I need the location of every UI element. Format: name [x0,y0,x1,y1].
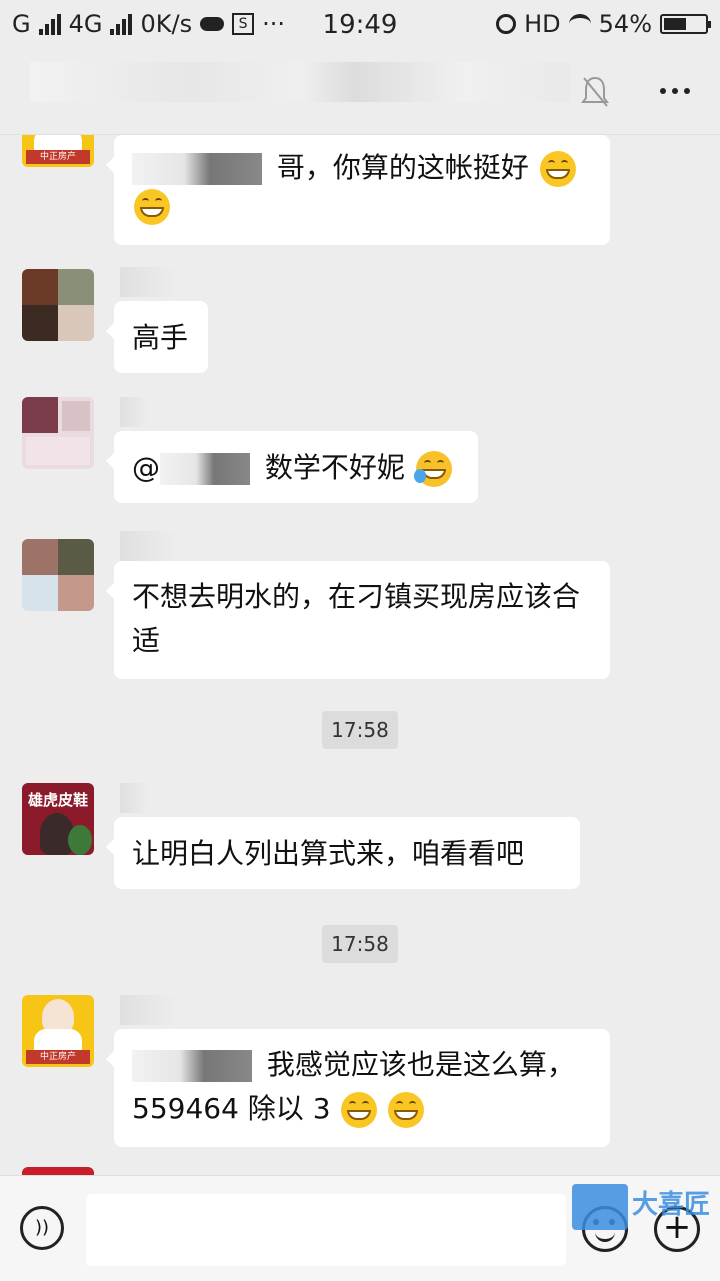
watermark-text: 大喜匠 [632,1190,711,1220]
chat-header [0,50,720,135]
avatar[interactable] [22,269,94,341]
avatar-label: 中正房产 [26,1050,90,1064]
sender-name-redacted [120,397,150,427]
redacted-mention [160,453,250,485]
voice-icon[interactable]: )) [20,1206,64,1250]
avatar[interactable]: 中正房产 [22,995,94,1067]
more-dots-icon[interactable] [660,88,690,94]
message-text: 让明白人列出算式来，咱看看吧 [132,837,525,870]
grin-emoji-icon [388,1092,425,1128]
message-text: 不想去明水的，在刁镇买现房应该合适 [132,580,581,657]
message-text: 哥，你算的这帐挺好 [276,151,529,184]
status-bar: G 4G 0K/s S ··· 19:49 HD 54% [0,0,720,50]
status-right: HD 54% [496,10,711,38]
sender-name-redacted [120,267,180,297]
laugh-cry-emoji-icon [413,451,452,487]
message-input[interactable] [86,1194,566,1266]
sender-name-redacted [120,531,180,561]
hd-label: HD [524,10,561,38]
message-bubble[interactable]: 我感觉应该也是这么算，559464 除以 3 [106,1029,610,1147]
avatar[interactable] [22,539,94,611]
battery-fill [664,18,686,30]
battery-label: 54% [598,10,652,38]
grin-emoji-icon [134,189,170,225]
alarm-icon [496,14,517,34]
grin-emoji-icon [341,1092,378,1128]
redacted-mention [132,153,262,185]
message-text: 数学不好妮 [264,451,405,484]
sender-name-redacted [120,783,150,813]
message-bubble[interactable]: 高手 [106,301,208,373]
message-bubble[interactable]: @ 数学不好妮 [106,431,478,503]
sender-name-redacted [120,995,180,1025]
wifi-icon [568,14,591,34]
timestamp: 17:58 [322,925,398,963]
timestamp: 17:58 [322,711,398,749]
input-bar: )) + 大喜匠 [0,1175,720,1281]
chat-message-list[interactable]: 中正房产 哥，你算的这帐挺好 高手 @ 数学不好妮 不想去明水的，在刁镇买现房应… [0,135,720,1175]
avatar-brand: 雄虎皮鞋 [27,791,88,809]
avatar[interactable]: 雄虎皮鞋 [22,783,94,855]
message-bubble[interactable]: 哥，你算的这帐挺好 [106,135,610,245]
mention-prefix: @ [132,451,160,484]
avatar[interactable] [22,397,94,469]
avatar[interactable] [22,1167,94,1175]
message-text: 高手 [132,321,189,354]
watermark-logo: 大喜匠 [572,1182,712,1232]
bell-muted-icon[interactable] [580,74,610,110]
message-bubble[interactable]: 不想去明水的，在刁镇买现房应该合适 [106,561,610,679]
grin-emoji-icon [539,151,576,187]
redacted-mention [132,1050,252,1082]
avatar[interactable]: 中正房产 [22,135,94,167]
battery-icon [660,14,711,34]
message-bubble[interactable]: 让明白人列出算式来，咱看看吧 [106,817,580,889]
avatar-label: 中正房产 [26,150,90,164]
chat-title-redacted [30,62,570,102]
